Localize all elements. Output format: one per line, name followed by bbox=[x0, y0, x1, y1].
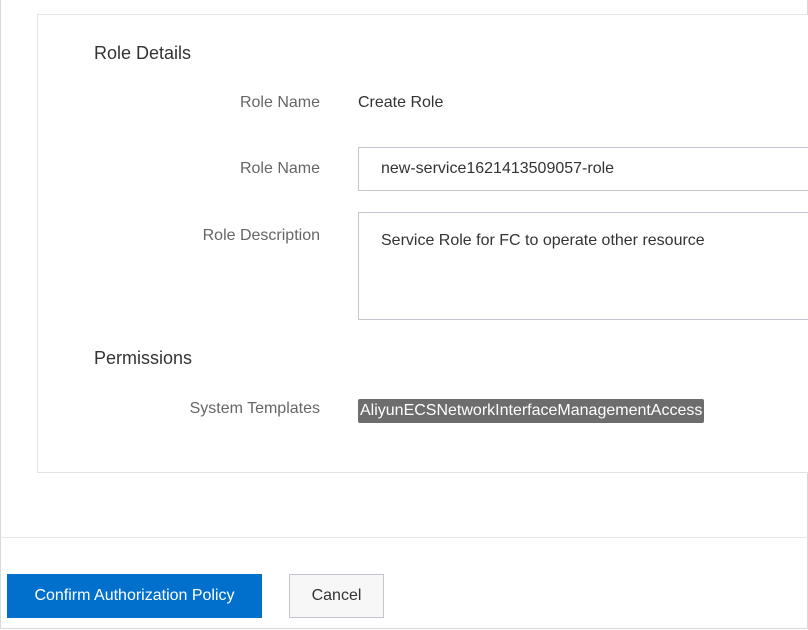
role-name-label: Role Name bbox=[239, 94, 320, 111]
permissions-title: Permissions bbox=[94, 348, 193, 368]
confirm-authorization-policy-button[interactable]: Confirm Authorization Policy bbox=[7, 574, 262, 618]
footer-divider bbox=[0, 537, 808, 538]
cancel-button[interactable]: Cancel bbox=[289, 574, 384, 618]
role-details-title: Role Details bbox=[94, 43, 192, 63]
system-template-tag: AliyunECSNetworkInterfaceManagementAcces… bbox=[358, 399, 705, 423]
role-name-input-label: Role Name bbox=[239, 160, 320, 177]
role-description-textarea[interactable]: Service Role for FC to operate other res… bbox=[358, 212, 808, 320]
role-name-value: Create Role bbox=[358, 94, 444, 111]
system-templates-label: System Templates bbox=[189, 400, 320, 417]
role-name-input[interactable] bbox=[358, 147, 808, 191]
role-description-label: Role Description bbox=[202, 227, 320, 244]
